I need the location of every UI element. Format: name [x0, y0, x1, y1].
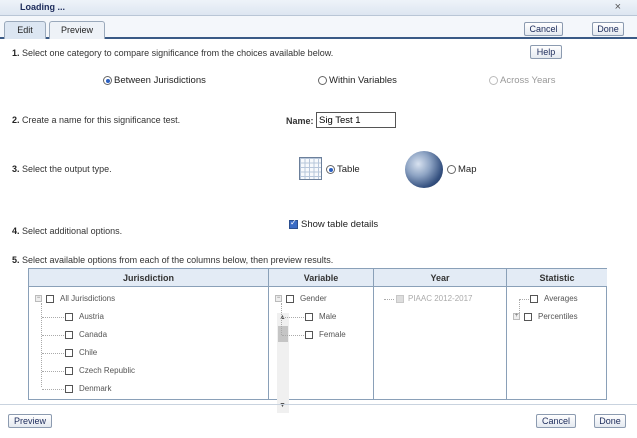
radio-label: Map: [458, 164, 477, 175]
tree-item-denmark[interactable]: Denmark: [65, 384, 111, 393]
radio-between-jurisdictions[interactable]: Between Jurisdictions: [103, 75, 206, 86]
name-label: Name:: [286, 116, 314, 126]
step-1-number: 1.: [12, 48, 20, 58]
column-header-variable: Variable: [269, 269, 374, 287]
checkbox[interactable]: [65, 384, 73, 393]
close-icon[interactable]: ×: [615, 1, 621, 13]
tree-item-percentiles[interactable]: + Percentiles: [513, 312, 578, 321]
radio-output-map[interactable]: Map: [447, 164, 476, 175]
tree-item-canada[interactable]: Canada: [65, 330, 107, 339]
done-button-top[interactable]: Done: [592, 22, 624, 36]
tab-preview[interactable]: Preview: [49, 21, 105, 39]
radio-dot: [489, 76, 498, 85]
radio-within-variables[interactable]: Within Variables: [318, 75, 397, 86]
step-1-text: Select one category to compare significa…: [22, 48, 334, 58]
checkbox-checked[interactable]: [289, 218, 298, 229]
cancel-button[interactable]: Cancel: [536, 414, 576, 428]
footer-divider: [0, 404, 637, 405]
step-4: 4. Select additional options.: [12, 226, 122, 236]
done-button[interactable]: Done: [594, 414, 626, 428]
checkbox[interactable]: [46, 294, 54, 303]
radio-label: Across Years: [500, 75, 556, 86]
show-table-details-checkbox[interactable]: Show table details: [289, 218, 379, 230]
tree-item-averages[interactable]: Averages: [530, 294, 578, 303]
column-header-year: Year: [374, 269, 507, 287]
tree-label: Austria: [79, 312, 104, 321]
step-1: 1. Select one category to compare signif…: [12, 48, 333, 58]
tree-label: Canada: [79, 330, 108, 339]
step-3-text: Select the output type.: [22, 164, 112, 174]
tab-bar: Edit Preview Cancel Done: [0, 16, 637, 39]
tree-label: PIAAC 2012-2017: [408, 294, 473, 303]
tree-label: Denmark: [79, 384, 112, 393]
step-3-number: 3.: [12, 164, 20, 174]
step-5-number: 5.: [12, 255, 20, 265]
checkbox-label: Show table details: [301, 219, 379, 230]
tree-item-male[interactable]: Male: [305, 312, 336, 321]
checkbox[interactable]: [65, 348, 73, 357]
help-button[interactable]: Help: [530, 45, 562, 59]
step-2-text: Create a name for this significance test…: [22, 115, 181, 125]
jurisdiction-column: − All Jurisdictions Austria Canada Chile…: [29, 287, 289, 413]
collapse-icon[interactable]: −: [35, 295, 42, 302]
radio-dot-selected[interactable]: [326, 165, 335, 174]
tree-label: All Jurisdictions: [60, 294, 116, 303]
tree-item-czech-republic[interactable]: Czech Republic: [65, 366, 135, 375]
radio-dot[interactable]: [318, 76, 327, 85]
name-input[interactable]: [316, 112, 396, 128]
checkbox[interactable]: [530, 294, 538, 303]
table-icon[interactable]: [299, 157, 322, 180]
checkbox[interactable]: [65, 312, 73, 321]
tree-item-chile[interactable]: Chile: [65, 348, 97, 357]
expand-icon[interactable]: +: [513, 313, 520, 320]
variable-column: − Gender Male Female: [269, 287, 374, 400]
tree-label: Czech Republic: [79, 366, 136, 375]
radio-across-years: Across Years: [489, 75, 555, 86]
collapse-icon[interactable]: −: [275, 295, 282, 302]
step-5-text: Select available options from each of th…: [22, 255, 334, 265]
window-title: Loading ...: [20, 2, 65, 12]
radio-dot[interactable]: [447, 165, 456, 174]
window-titlebar: Loading ... ×: [0, 0, 637, 16]
tree-label: Gender: [300, 294, 327, 303]
checkbox[interactable]: [305, 312, 313, 321]
selection-grid: Jurisdiction Variable Year Statistic − A…: [28, 268, 607, 413]
year-column: PIAAC 2012-2017: [374, 287, 507, 400]
radio-label: Within Variables: [329, 75, 397, 86]
step-4-text: Select additional options.: [22, 226, 123, 236]
preview-button[interactable]: Preview: [8, 414, 52, 428]
step-4-number: 4.: [12, 226, 20, 236]
step-2-number: 2.: [12, 115, 20, 125]
globe-icon[interactable]: [405, 151, 443, 188]
checkbox-disabled: [396, 294, 404, 303]
checkbox[interactable]: [305, 330, 313, 339]
tree-label: Percentiles: [538, 312, 578, 321]
step-3: 3. Select the output type.: [12, 164, 112, 174]
tab-edit[interactable]: Edit: [4, 21, 46, 39]
radio-dot-selected[interactable]: [103, 76, 112, 85]
step-5: 5. Select available options from each of…: [12, 255, 333, 265]
tree-label: Averages: [544, 294, 578, 303]
step-2: 2. Create a name for this significance t…: [12, 115, 180, 125]
tree-root-gender[interactable]: − Gender: [275, 294, 327, 303]
tree-item-female[interactable]: Female: [305, 330, 346, 339]
checkbox[interactable]: [286, 294, 294, 303]
column-header-statistic: Statistic: [507, 269, 607, 287]
radio-label: Table: [337, 164, 360, 175]
checkbox[interactable]: [65, 366, 73, 375]
tree-label: Chile: [79, 348, 98, 357]
radio-label: Between Jurisdictions: [114, 75, 206, 86]
tree-label: Female: [319, 330, 346, 339]
column-header-jurisdiction: Jurisdiction: [29, 269, 269, 287]
tree-root-all-jurisdictions[interactable]: − All Jurisdictions: [35, 294, 115, 303]
cancel-button-top[interactable]: Cancel: [524, 22, 563, 36]
statistic-column: Averages + Percentiles: [507, 287, 607, 400]
tree-item-piaac-2012-2017: PIAAC 2012-2017: [396, 294, 473, 303]
tree-item-austria[interactable]: Austria: [65, 312, 104, 321]
tree-label: Male: [319, 312, 337, 321]
checkbox[interactable]: [524, 312, 532, 321]
radio-output-table[interactable]: Table: [326, 164, 360, 175]
checkbox[interactable]: [65, 330, 73, 339]
